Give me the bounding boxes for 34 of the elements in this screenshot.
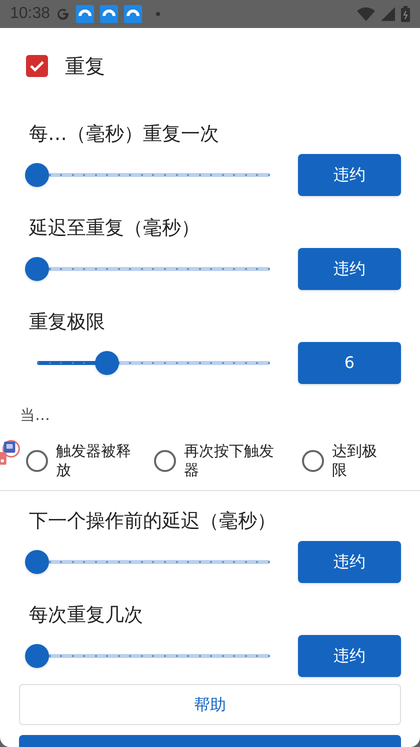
- check-icon: [29, 58, 45, 74]
- setting-label: 重复极限: [29, 310, 105, 334]
- value-button[interactable]: 违约: [298, 541, 401, 583]
- setting-label: 延迟至重复（毫秒）: [29, 216, 200, 240]
- app-icon: [124, 5, 142, 23]
- checkbox-label: 重复: [65, 53, 105, 80]
- radio-label: 达到极限: [332, 442, 378, 480]
- wifi-icon: [357, 7, 375, 21]
- checkbox[interactable]: [26, 55, 48, 77]
- radio-label: 再次按下触发器: [184, 442, 275, 480]
- value-button[interactable]: 违约: [298, 635, 401, 677]
- radio-label: 触发器被释放: [56, 442, 132, 480]
- app-icon: [100, 5, 118, 23]
- slider-thumb[interactable]: [25, 644, 49, 668]
- setting-label: 每…（毫秒）重复一次: [29, 122, 219, 146]
- battery-icon: [401, 6, 410, 22]
- slider-thumb[interactable]: [25, 163, 49, 187]
- value-button[interactable]: 违约: [298, 154, 401, 196]
- signal-icon: [381, 7, 395, 21]
- setting-label: 每次重复几次: [29, 602, 143, 628]
- section-label: 当…: [20, 404, 50, 426]
- app-icon: [76, 5, 94, 23]
- help-button[interactable]: 帮助: [19, 684, 401, 725]
- setting-label: 下一个操作前的延迟（毫秒）: [29, 508, 276, 534]
- value-button[interactable]: 违约: [298, 248, 401, 290]
- dot-icon: [156, 12, 160, 16]
- slider-thumb[interactable]: [25, 550, 49, 574]
- radio-button[interactable]: [26, 450, 48, 472]
- google-icon: [56, 7, 70, 21]
- slider-thumb[interactable]: [25, 257, 49, 281]
- radio-button[interactable]: [154, 450, 176, 472]
- radio-button[interactable]: [302, 450, 324, 472]
- value-button[interactable]: 6: [298, 342, 401, 384]
- slider-thumb[interactable]: [94, 351, 119, 375]
